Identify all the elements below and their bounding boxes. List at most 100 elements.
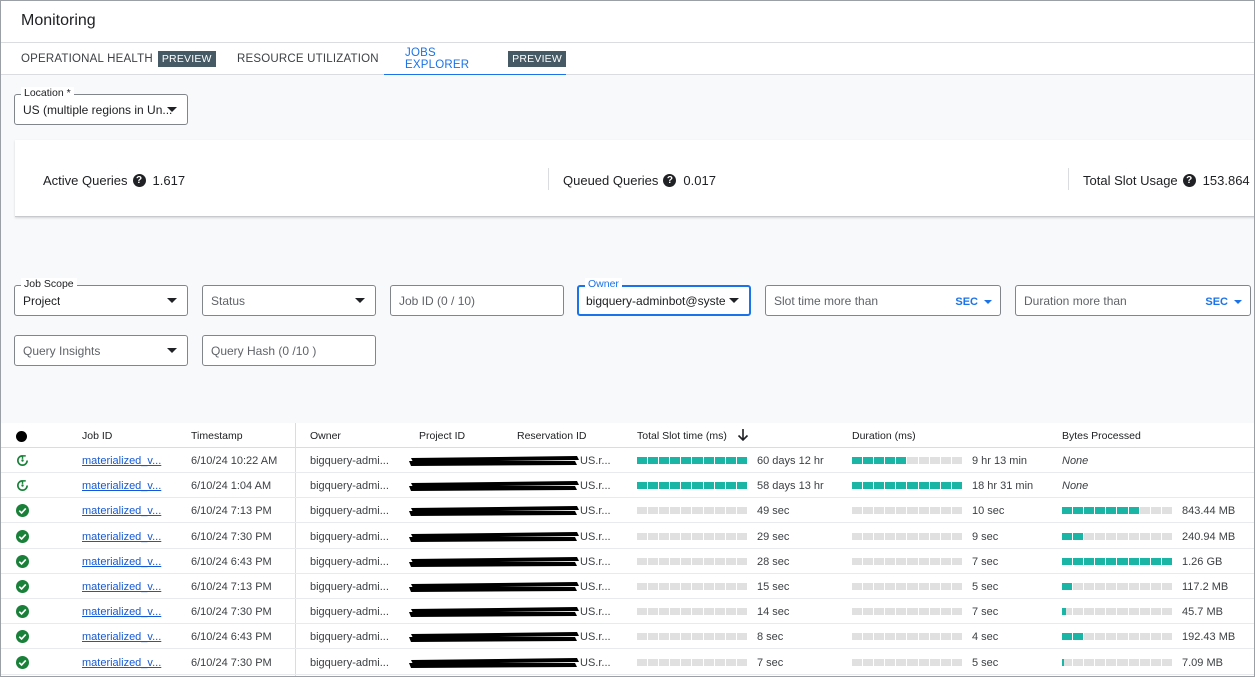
tab-jobs-explorer[interactable]: JOBS EXPLORER PREVIEW [384,43,566,76]
bar-segment [852,557,863,565]
job-id-link[interactable]: materialized_v... [82,581,161,593]
job-id-link[interactable]: materialized_v... [82,631,161,643]
bar-segment [1150,608,1161,616]
query-insights-select[interactable]: Query Insights [14,335,188,366]
help-icon[interactable]: ? [1182,174,1196,187]
column-header-duration[interactable]: Duration (ms) [852,430,916,442]
table-row[interactable]: materialized_v... 6/10/24 10:22 AM bigquer… [1,448,1254,473]
column-header-bytes[interactable]: Bytes Processed [1062,430,1141,442]
bar-segment [929,507,940,515]
redacted-ids [409,456,579,466]
column-header-job-id[interactable]: Job ID [82,430,112,442]
bar-segment [907,557,918,565]
job-id-link[interactable]: materialized_v... [82,531,161,543]
bar-segment [736,482,747,490]
redacted-ids [409,531,579,542]
metric-label: Queued Queries [563,173,659,188]
owner-select[interactable]: Owner bigquery-adminbot@syste... [577,278,751,316]
bytes-cell: 843.44 MB [1182,505,1236,518]
table-row[interactable]: materialized_v... 6/10/24 6:43 PM bigquery… [1,549,1254,574]
slot-time-unit[interactable]: SEC [955,296,978,308]
job-id-link[interactable]: materialized_v... [82,480,161,492]
job-id-link[interactable]: materialized_v... [82,606,161,618]
bytes-bar [1062,583,1172,590]
table-row[interactable]: materialized_v... 6/10/24 6:43 PM bigquery… [1,624,1254,650]
bar-segment [918,608,929,616]
job-id-link[interactable]: materialized_v... [82,657,161,669]
column-header-reservation-id[interactable]: Reservation ID [517,430,586,442]
job-id-link[interactable]: materialized_v... [82,505,161,517]
bar-segment [951,457,962,464]
duration-unit[interactable]: SEC [1205,296,1228,308]
bar-segment [681,482,692,490]
bar-segment [670,633,681,641]
help-icon[interactable]: ? [132,174,146,187]
bar-segment [1095,507,1106,515]
duration-bar [852,583,962,590]
column-header-owner[interactable]: Owner [310,430,341,442]
reservation-cell: US.r... [580,581,611,593]
bar-segment [725,457,736,464]
timestamp-cell: 6/10/24 7:30 PM [191,656,272,669]
table-row[interactable]: materialized_v... 6/10/24 7:13 PM bigquery… [1,574,1254,599]
bar-segment [648,482,659,490]
table-header: Job ID Timestamp Owner Project ID Reserv… [1,423,1254,448]
bar-segment [692,633,703,641]
bar-segment [1128,633,1139,641]
table-row[interactable]: materialized_v... 6/10/24 1:04 AM bigquery… [1,473,1254,499]
chevron-down-icon [355,298,365,303]
help-icon[interactable]: ? [663,174,677,187]
sort-arrow-down-icon[interactable] [737,428,749,442]
slot-time-bar [637,633,747,641]
metric-active-queries: Active Queries ? 1.617 [43,173,185,188]
location-label: Location * [21,87,74,99]
bar-segment [940,557,951,565]
table-row[interactable]: materialized_v... 6/10/24 7:13 PM bigquery… [1,498,1254,524]
bar-segment [714,507,725,515]
bar-segment [885,482,896,490]
table-row[interactable]: materialized_v... 6/10/24 7:30 PM bigquery… [1,524,1254,549]
bar-segment [659,482,670,490]
table-row[interactable]: materialized_v... 6/10/24 7:30 PM bigquery… [1,599,1254,625]
tab-resource-utilization[interactable]: RESOURCE UTILIZATION [237,43,379,75]
duration-input[interactable]: Duration more than SEC [1015,285,1251,316]
query-hash-placeholder: Query Hash (0 /10 ) [211,344,317,358]
preview-badge: PREVIEW [157,51,216,67]
bar-segment [637,557,648,565]
bar-segment [648,557,659,565]
bar-segment [648,658,659,666]
bar-segment [951,583,962,590]
column-header-slot-time[interactable]: Total Slot time (ms) [637,430,727,442]
table-row[interactable]: materialized_v... 6/10/24 7:30 PM bigquery… [1,650,1254,675]
bar-segment [1128,507,1139,515]
bar-segment [692,658,703,666]
owner-cell: bigquery-admi... [310,581,389,593]
slot-time-cell: 29 sec [757,530,790,543]
bar-segment [1106,557,1117,565]
column-header-project-id[interactable]: Project ID [419,430,465,442]
duration-bar [852,482,962,490]
bytes-cell: 1.26 GB [1182,555,1223,568]
bar-segment [1139,532,1150,540]
bar-segment [681,658,692,666]
location-select[interactable]: Location * US (multiple regions in Un... [14,87,188,125]
job-id-link[interactable]: materialized_v... [82,556,161,568]
job-scope-select[interactable]: Job Scope Project [14,278,188,316]
bar-segment [648,608,659,616]
query-hash-input[interactable]: Query Hash (0 /10 ) [202,335,376,366]
bar-segment [637,457,648,464]
slot-time-input[interactable]: Slot time more than SEC [765,285,1001,316]
bytes-bar [1062,557,1172,565]
tab-operational-health[interactable]: OPERATIONAL HEALTH PREVIEW [21,43,216,75]
job-id-link[interactable]: materialized_v... [82,455,161,467]
job-scope-label: Job Scope [21,278,77,290]
column-header-timestamp[interactable]: Timestamp [191,430,243,442]
duration-cell: 9 sec [972,530,999,543]
status-select[interactable]: Status [202,285,376,316]
redacted-ids [409,632,579,643]
bar-segment [692,532,703,540]
bar-segment [1073,633,1084,641]
duration-bar [852,608,962,616]
job-id-input[interactable]: Job ID (0 / 10) [390,285,564,316]
bar-segment [648,532,659,540]
